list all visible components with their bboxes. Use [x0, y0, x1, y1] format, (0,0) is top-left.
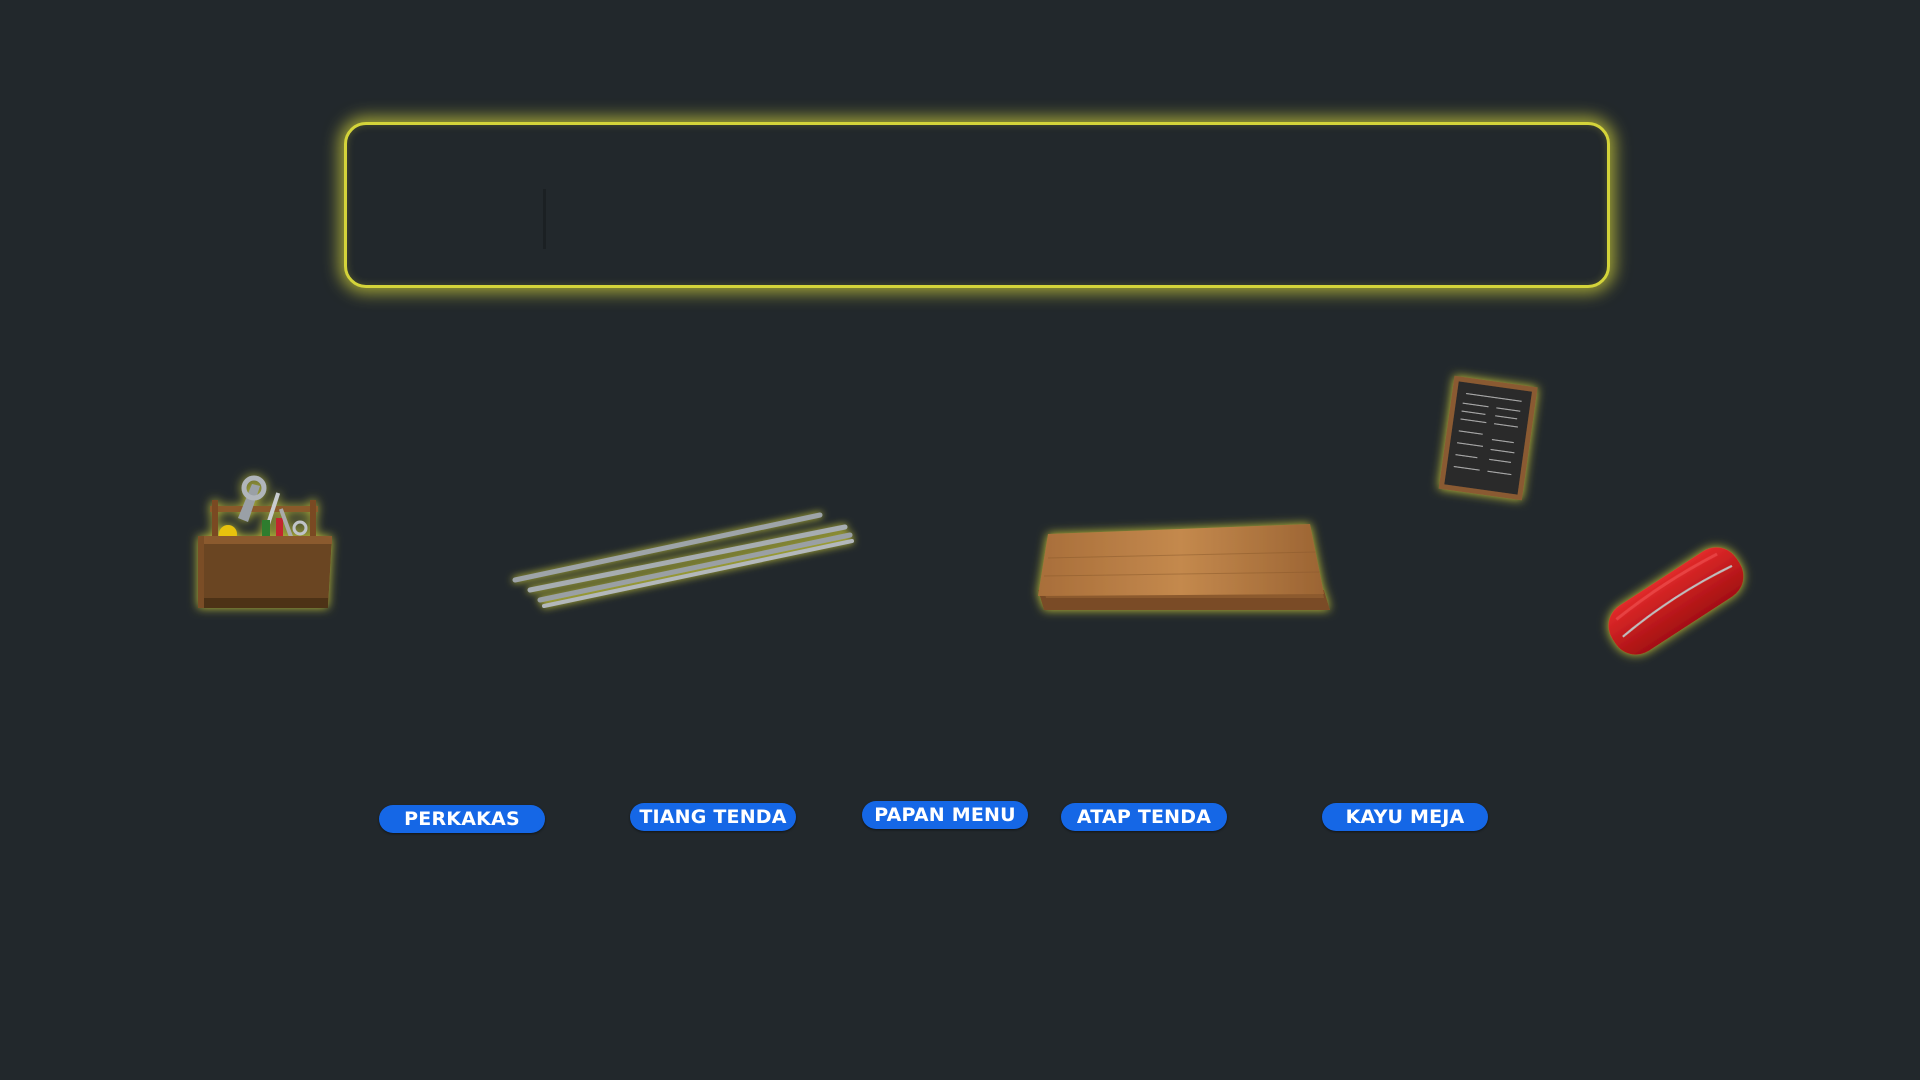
drop-zone-divider	[543, 189, 546, 249]
toolbox-item[interactable]	[192, 475, 338, 618]
menu-board-item[interactable]	[1438, 375, 1538, 503]
red-cushion-icon	[1608, 547, 1744, 655]
label-kayu-meja-button[interactable]: KAYU MEJA	[1322, 803, 1488, 831]
wood-planks-icon	[1038, 524, 1330, 610]
label-perkakas-button[interactable]: PERKAKAS	[379, 805, 545, 833]
label-atap-tenda-button[interactable]: ATAP TENDA	[1061, 803, 1227, 831]
label-tiang-tenda-button[interactable]: TIANG TENDA	[630, 803, 796, 831]
red-cushion-item[interactable]	[1596, 536, 1756, 666]
game-stage: PERKAKAS TIANG TENDA PAPAN MENU ATAP TEN…	[0, 0, 1920, 1080]
answer-drop-zone[interactable]	[344, 122, 1610, 288]
label-papan-menu-button[interactable]: PAPAN MENU	[862, 801, 1028, 829]
tent-poles-item[interactable]	[510, 505, 860, 615]
chalkboard-menu-icon	[1438, 375, 1538, 501]
toolbox-icon	[198, 475, 332, 608]
metal-rods-icon	[512, 512, 854, 608]
wood-planks-item[interactable]	[1034, 518, 1334, 618]
